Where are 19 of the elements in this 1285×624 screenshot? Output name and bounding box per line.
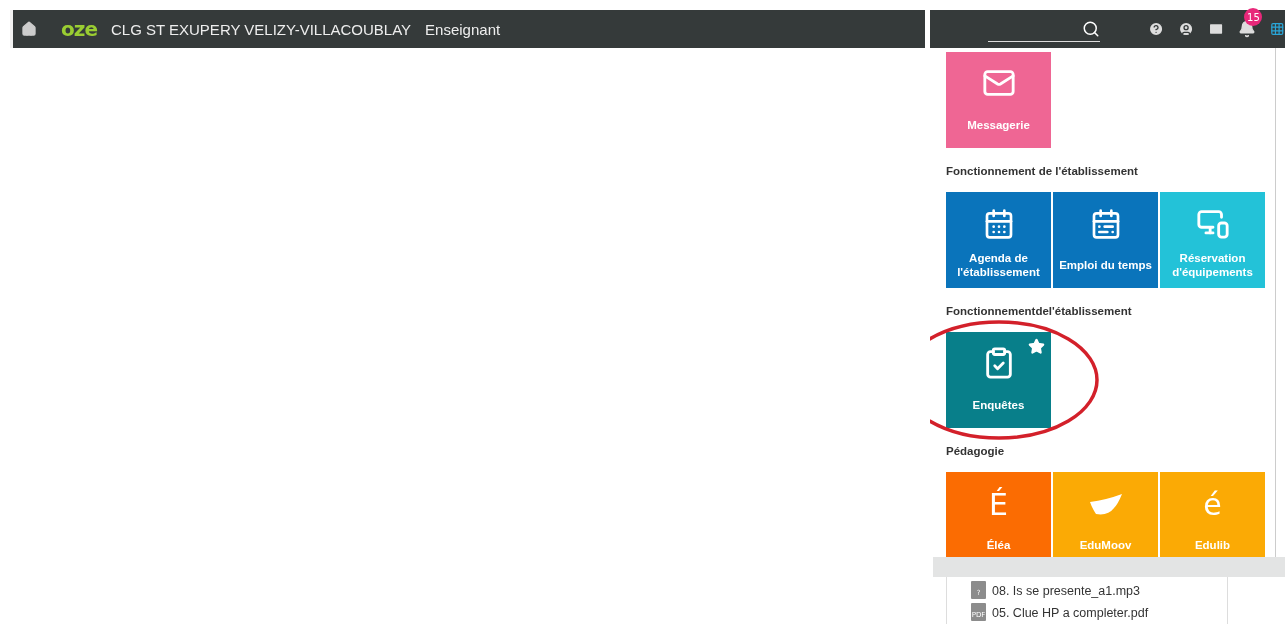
star-icon[interactable] <box>1028 338 1045 355</box>
file-link[interactable]: 05. Clue HP a completer.pdf <box>992 605 1149 621</box>
section-heading: Pédagogie <box>946 444 1006 458</box>
notification-badge: 15 <box>1244 8 1263 26</box>
home-icon[interactable] <box>21 21 37 37</box>
app-tile[interactable]: É Éléa <box>946 472 1051 557</box>
app-tile[interactable]: Messagerie <box>946 52 1051 148</box>
app-tile[interactable]: Enquêtes <box>946 332 1051 428</box>
school-name: CLG ST EXUPERY VELIZY-VILLACOUBLAY <box>110 20 412 38</box>
logo: oze <box>61 17 97 41</box>
section-heading: Fonctionnement de l'établissement <box>946 164 1139 178</box>
logo-icon: é <box>1203 490 1222 520</box>
search-icon[interactable] <box>1082 19 1100 38</box>
file-link[interactable]: 08. Is se presente_a1.mp3 <box>992 583 1140 599</box>
section-heading: Fonctionnementdel'établissement <box>946 304 1133 318</box>
apps-icon[interactable] <box>1270 20 1285 38</box>
app-tile[interactable]: Agenda de l'établissement <box>946 192 1051 288</box>
role-label: Enseignant <box>425 20 501 38</box>
app-tile[interactable]: Emploi du temps <box>1053 192 1158 288</box>
